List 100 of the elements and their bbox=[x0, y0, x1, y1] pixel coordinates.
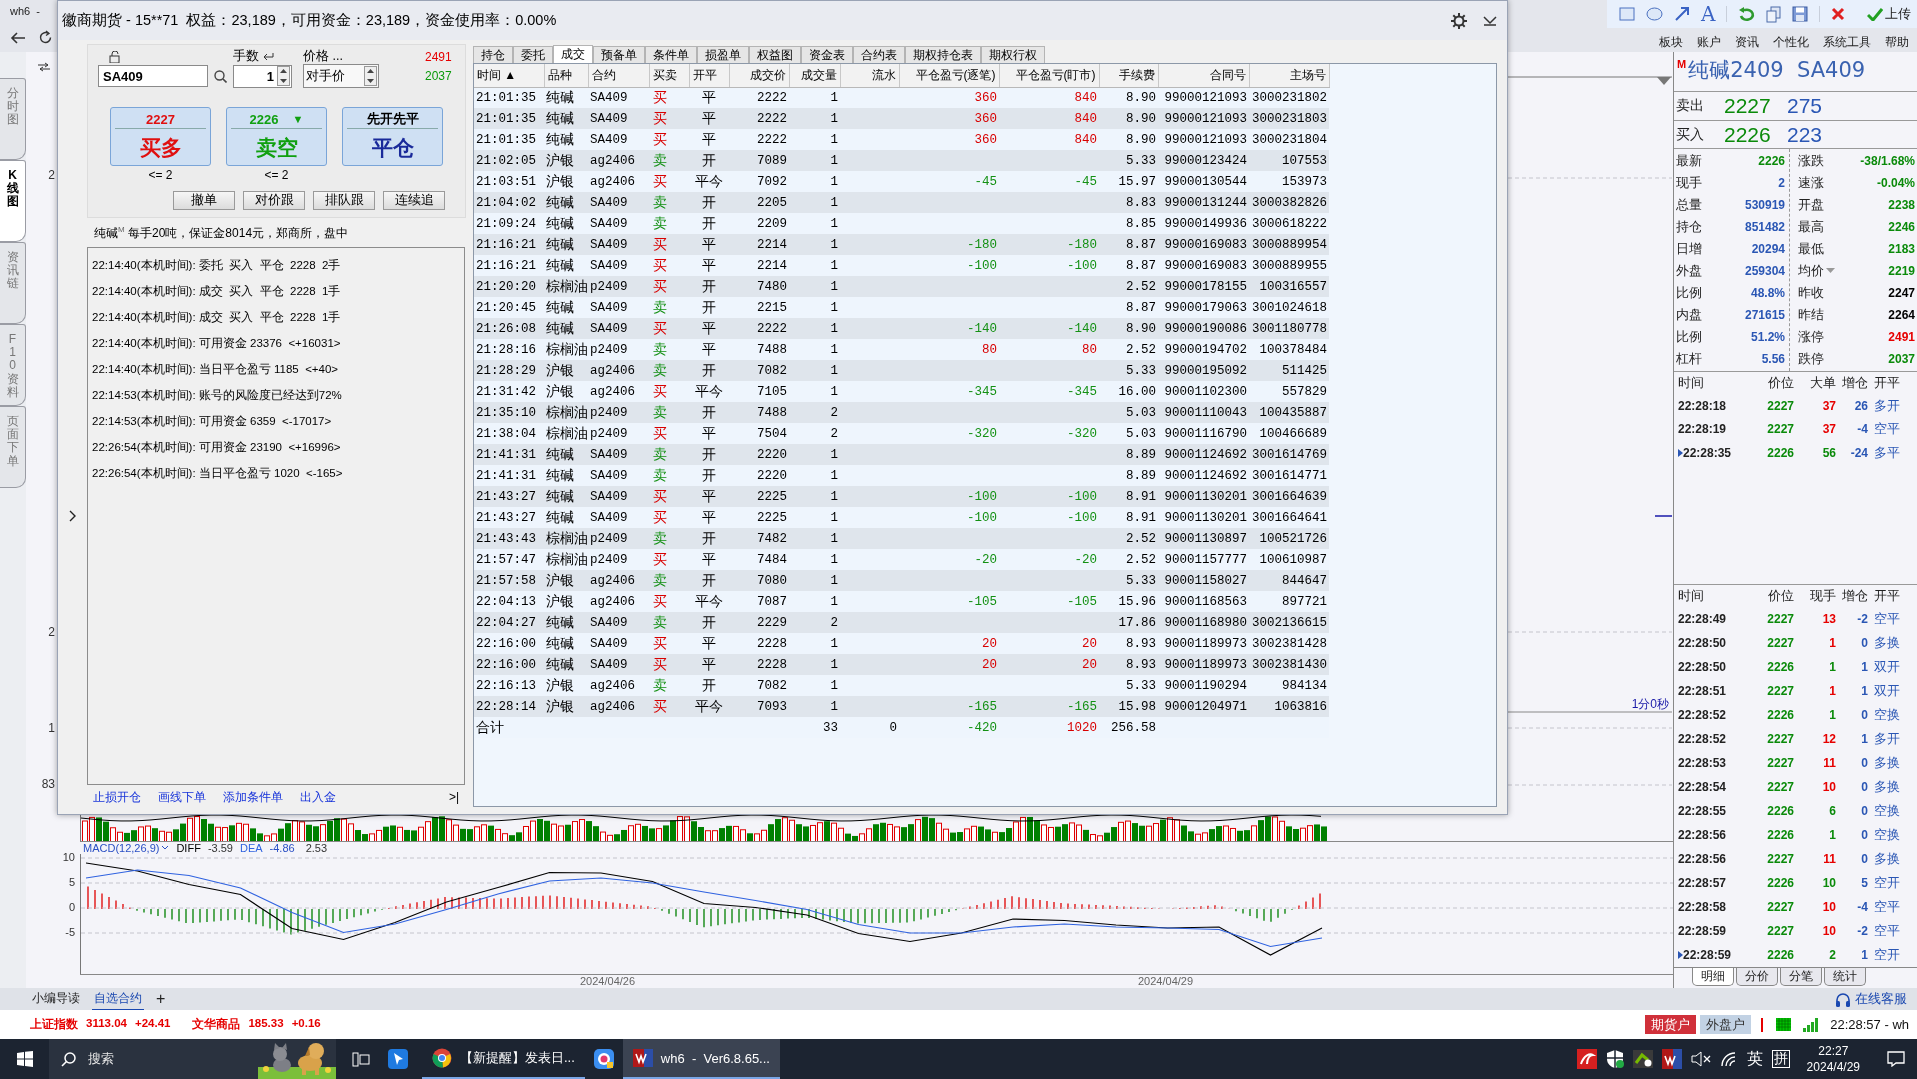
table-cell: 1 bbox=[789, 570, 840, 591]
tab[interactable]: 统计 bbox=[1824, 968, 1866, 987]
tab[interactable]: 条件单 bbox=[645, 46, 697, 63]
order-link[interactable]: 出入金 bbox=[300, 788, 336, 806]
arrow-icon[interactable] bbox=[1674, 6, 1690, 22]
order-action-button[interactable]: 排队跟 bbox=[313, 191, 375, 210]
app-icon[interactable] bbox=[1576, 1049, 1597, 1069]
app-icon[interactable] bbox=[592, 1048, 615, 1070]
tab[interactable]: 权益图 bbox=[749, 46, 801, 63]
order-action-button[interactable]: 对价跟 bbox=[243, 191, 305, 210]
menu-item[interactable]: 资讯 bbox=[1735, 34, 1759, 51]
tab[interactable]: 持仓 bbox=[473, 46, 513, 63]
expand-icon[interactable] bbox=[69, 510, 76, 522]
column-header[interactable]: 品种 bbox=[544, 64, 588, 87]
order-action-button[interactable]: 撤单 bbox=[173, 191, 235, 210]
settings-icon[interactable] bbox=[1451, 12, 1467, 29]
search-field[interactable]: 搜索 bbox=[49, 1039, 336, 1079]
order-link[interactable]: 止损开仓 bbox=[93, 788, 141, 806]
side-tab[interactable]: 页面下单 bbox=[0, 406, 26, 488]
column-header[interactable]: 买卖 bbox=[649, 64, 689, 87]
quantity-field[interactable]: 1 bbox=[233, 64, 292, 88]
copy-icon[interactable] bbox=[1766, 5, 1782, 23]
column-header[interactable]: 时间 ▲ bbox=[474, 64, 544, 87]
side-tab[interactable]: K线图 bbox=[0, 160, 26, 242]
swap-icon[interactable] bbox=[37, 62, 51, 72]
column-header[interactable]: 主场号 bbox=[1249, 64, 1329, 87]
column-header[interactable]: 开平 bbox=[689, 64, 729, 87]
order-link[interactable]: 添加条件单 bbox=[223, 788, 283, 806]
unlock-icon[interactable] bbox=[109, 50, 121, 63]
task-view-icon[interactable] bbox=[352, 1051, 370, 1067]
tab[interactable]: 委托 bbox=[513, 46, 553, 63]
app-icon[interactable] bbox=[1661, 1049, 1682, 1069]
indicator-selector[interactable]: MACD(12,26,9) bbox=[83, 842, 170, 854]
dropdown-icon[interactable] bbox=[1826, 268, 1835, 275]
wifi-icon[interactable] bbox=[1719, 1051, 1738, 1067]
tab[interactable]: 期权持仓表 bbox=[905, 46, 981, 63]
undo-icon[interactable] bbox=[1738, 6, 1756, 22]
symbol-field[interactable]: SA409 bbox=[98, 65, 208, 87]
upload-button[interactable]: 上传 bbox=[1867, 5, 1911, 23]
spinner-control[interactable] bbox=[364, 66, 377, 86]
return-arrow-icon[interactable] bbox=[262, 51, 274, 62]
shield-icon[interactable] bbox=[1605, 1049, 1624, 1069]
text-tool-button[interactable]: A bbox=[1701, 4, 1716, 24]
column-header[interactable]: 成交量 bbox=[789, 64, 840, 87]
side-tab[interactable]: 分时图 bbox=[0, 78, 26, 160]
account-button[interactable]: 期货户 bbox=[1645, 1015, 1697, 1034]
column-header[interactable]: 平仓盈亏(盯市) bbox=[999, 64, 1099, 87]
tab[interactable]: 分价 bbox=[1736, 968, 1778, 987]
column-header[interactable]: 合同号 bbox=[1158, 64, 1249, 87]
side-tab[interactable]: F10资料 bbox=[0, 324, 26, 406]
app-icon[interactable] bbox=[388, 1049, 408, 1069]
taskbar-date[interactable]: 2024/4/29 bbox=[1806, 1059, 1860, 1076]
taskbar-window[interactable]: 【新提醒】发表日... bbox=[422, 1039, 585, 1079]
column-header[interactable]: 流水 bbox=[840, 64, 899, 87]
column-header[interactable]: 平仓盈亏(逐笔) bbox=[899, 64, 999, 87]
collapse-icon[interactable] bbox=[1483, 15, 1497, 26]
message-icon[interactable] bbox=[1887, 1051, 1905, 1067]
tab[interactable]: 资金表 bbox=[801, 46, 853, 63]
spinner-control[interactable] bbox=[277, 66, 290, 86]
close-icon[interactable] bbox=[1831, 7, 1846, 21]
tab[interactable]: 损盈单 bbox=[697, 46, 749, 63]
price-mode-field[interactable]: 对手价 bbox=[303, 64, 379, 88]
input-mode[interactable]: 拼 bbox=[1771, 1050, 1790, 1068]
jump-end-button[interactable]: >| bbox=[448, 790, 459, 804]
tab[interactable]: 期权行权 bbox=[981, 46, 1045, 63]
tab[interactable]: 成交 bbox=[553, 45, 593, 63]
search-icon[interactable] bbox=[214, 69, 227, 83]
buy-long-button[interactable]: 2227 买多 bbox=[110, 107, 211, 166]
column-header[interactable]: 成交价 bbox=[729, 64, 789, 87]
close-position-button[interactable]: 先开先平 平仓 bbox=[342, 107, 443, 166]
menu-item[interactable]: 系统工具 bbox=[1823, 34, 1871, 51]
menu-item[interactable]: 帮助 bbox=[1885, 34, 1909, 51]
tab[interactable]: 小编导读 bbox=[30, 987, 82, 1011]
table-cell: 买 bbox=[649, 696, 689, 717]
tab[interactable]: 预备单 bbox=[593, 46, 645, 63]
account-button[interactable]: 外盘户 bbox=[1700, 1015, 1752, 1034]
input-language[interactable]: 英 bbox=[1746, 1048, 1763, 1070]
speaker-muted-icon[interactable] bbox=[1690, 1051, 1711, 1067]
menu-item[interactable]: 账户 bbox=[1697, 34, 1721, 51]
online-service-link[interactable]: 在线客服 bbox=[1835, 990, 1917, 1008]
order-action-button[interactable]: 连续追 bbox=[383, 191, 445, 210]
taskbar-time[interactable]: 22:27 bbox=[1818, 1042, 1849, 1059]
column-header[interactable]: 合约 bbox=[588, 64, 649, 87]
tab[interactable]: 分笔 bbox=[1780, 968, 1822, 987]
order-link[interactable]: 画线下单 bbox=[158, 788, 206, 806]
taskbar-window[interactable]: wh6 - Ver6.8.65... bbox=[622, 1039, 780, 1079]
menu-item[interactable]: 个性化 bbox=[1773, 34, 1809, 51]
save-icon[interactable] bbox=[1792, 6, 1809, 22]
column-header[interactable]: 手续费 bbox=[1099, 64, 1158, 87]
tab[interactable]: 合约表 bbox=[853, 46, 905, 63]
table-cell: ag2406 bbox=[588, 570, 649, 591]
stat-label: 日增 bbox=[1676, 240, 1702, 259]
windows-logo-icon[interactable] bbox=[16, 1051, 33, 1067]
back-arrow-icon[interactable] bbox=[10, 30, 26, 45]
side-tab[interactable]: 资讯链 bbox=[0, 242, 26, 324]
ellipse-icon[interactable] bbox=[1646, 7, 1663, 21]
refresh-icon[interactable] bbox=[38, 30, 53, 45]
tab[interactable]: 明细 bbox=[1692, 968, 1734, 987]
menu-item[interactable]: 板块 bbox=[1659, 34, 1683, 51]
add-tab-button[interactable]: + bbox=[154, 991, 168, 1007]
